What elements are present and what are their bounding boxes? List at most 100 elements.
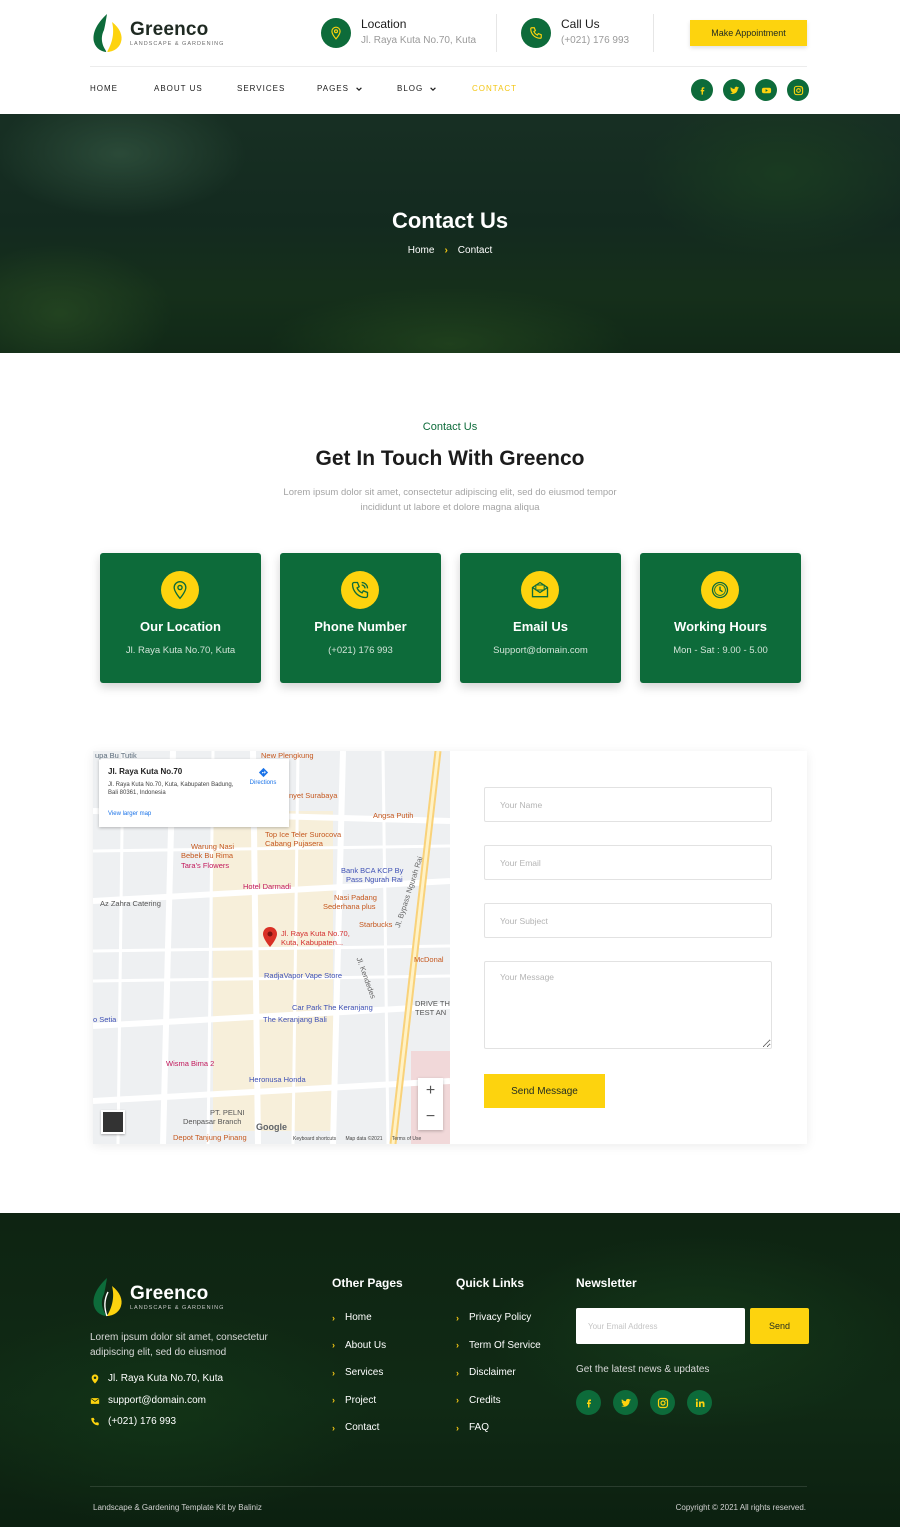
zoom-out-button[interactable]: − <box>418 1104 443 1130</box>
breadcrumb: Home › Contact <box>0 245 900 256</box>
footer-link-contact[interactable]: › Contact <box>332 1414 403 1442</box>
chevron-right-icon: › <box>332 1395 335 1406</box>
header-location: Location Jl. Raya Kuta No.70, Kuta <box>321 16 476 49</box>
nav-item-about-us[interactable]: ABOUT US <box>154 84 237 93</box>
section-tag: Contact Us <box>422 421 478 433</box>
map-info-box: Jl. Raya Kuta No.70 Jl. Raya Kuta No.70,… <box>99 759 289 827</box>
chevron-right-icon: › <box>332 1340 335 1351</box>
nav-item-pages[interactable]: PAGES <box>317 84 397 93</box>
card-value: Mon - Sat : 9.00 - 5.00 <box>673 645 768 656</box>
send-message-button[interactable]: Send Message <box>484 1074 605 1108</box>
card-title: Our Location <box>140 619 221 634</box>
directions-icon <box>258 767 268 778</box>
linkedin-icon[interactable] <box>687 1390 712 1415</box>
footer-socials <box>576 1390 712 1415</box>
instagram-icon[interactable] <box>650 1390 675 1415</box>
nav-item-blog[interactable]: BLOG <box>397 84 472 93</box>
card-value: Support@domain.com <box>493 645 588 656</box>
map-label: Warung Nasi <box>191 842 235 851</box>
footer-link-faq[interactable]: › FAQ <box>456 1414 541 1442</box>
google-map[interactable]: Jl. Raya Kuta No.70 Jl. Raya Kuta No.70,… <box>93 751 450 1144</box>
footer-address: Jl. Raya Kuta No.70, Kuta <box>90 1373 223 1384</box>
map-info-address: Jl. Raya Kuta No.70, Kuta, Kabupaten Bad… <box>108 782 234 796</box>
footer-link-privacy-policy[interactable]: › Privacy Policy <box>456 1304 541 1332</box>
chevron-right-icon: › <box>456 1340 459 1351</box>
nav-item-home[interactable]: HOME <box>90 84 154 93</box>
make-appointment-button[interactable]: Make Appointment <box>690 20 807 46</box>
map-label: Pass Ngurah Rai <box>346 875 403 884</box>
subject-input[interactable] <box>484 903 772 938</box>
youtube-icon[interactable] <box>755 79 777 101</box>
card-value: (+021) 176 993 <box>328 645 393 656</box>
footer-email[interactable]: support@domain.com <box>90 1395 206 1406</box>
facebook-icon[interactable] <box>691 79 713 101</box>
footer-link-about-us[interactable]: › About Us <box>332 1332 403 1360</box>
map-label: Cabang Pujasera <box>265 839 323 848</box>
breadcrumb-home[interactable]: Home <box>408 245 435 256</box>
contact-cards: Our Location Jl. Raya Kuta No.70, Kuta P… <box>100 553 801 683</box>
footer-newsletter: Newsletter <box>576 1276 637 1304</box>
map-label: Top Ice Teler Surocova <box>265 830 342 839</box>
chevron-right-icon: › <box>456 1367 459 1378</box>
terms-link[interactable]: Terms of Use <box>392 1136 421 1142</box>
phone-icon <box>521 17 551 48</box>
instagram-icon[interactable] <box>787 79 809 101</box>
footer-link-services[interactable]: › Services <box>332 1359 403 1387</box>
brand-tagline: LANDSCAPE & GARDENING <box>130 41 225 47</box>
map-label: Jl. Raya Kuta No.70, <box>281 929 350 938</box>
map-label: RadjaVapor Vape Store <box>264 971 343 980</box>
footer-divider <box>90 1486 807 1487</box>
brand-logo[interactable]: Greenco LANDSCAPE & GARDENING <box>90 12 224 54</box>
map-label: Heronusa Honda <box>249 1075 306 1084</box>
view-larger-map-link[interactable]: View larger map <box>108 811 151 817</box>
chevron-right-icon: › <box>332 1367 335 1378</box>
email-input[interactable] <box>484 845 772 880</box>
footer-link-credits[interactable]: › Credits <box>456 1387 541 1415</box>
footer-link-term-of-service[interactable]: › Term Of Service <box>456 1332 541 1360</box>
nav-item-contact[interactable]: CONTACT <box>472 84 517 93</box>
map-label: nyet Surabaya <box>289 791 338 800</box>
location-value: Jl. Raya Kuta No.70, Kuta <box>361 35 477 46</box>
location-pin-icon[interactable] <box>263 927 277 947</box>
satellite-toggle[interactable] <box>101 1110 125 1134</box>
chevron-right-icon: › <box>456 1312 459 1323</box>
contact-card-hours: Working Hours Mon - Sat : 9.00 - 5.00 <box>640 553 801 683</box>
map-label: Depot Tanjung Pinang <box>173 1133 247 1142</box>
nav-item-services[interactable]: SERVICES <box>237 84 317 93</box>
phone-icon <box>341 571 379 609</box>
map-label: Bebek Bu Rima <box>181 851 234 860</box>
newsletter-send-button[interactable]: Send <box>750 1308 809 1344</box>
footer-link-disclaimer[interactable]: › Disclaimer <box>456 1359 541 1387</box>
footer-column-title: Newsletter <box>576 1276 637 1290</box>
page-hero: Contact Us Home › Contact <box>0 114 900 353</box>
message-textarea[interactable] <box>484 961 772 1049</box>
section-title: Get In Touch With Greenco <box>315 447 585 470</box>
name-input[interactable] <box>484 787 772 822</box>
newsletter-email-input[interactable] <box>576 1308 745 1344</box>
map-info-title: Jl. Raya Kuta No.70 <box>108 767 183 776</box>
map-label: Tara's Flowers <box>181 861 230 870</box>
footer-credit: Landscape & Gardening Template Kit by Ba… <box>93 1503 262 1512</box>
twitter-icon[interactable] <box>723 79 745 101</box>
footer-link-home[interactable]: › Home <box>332 1304 403 1332</box>
section-description: Lorem ipsum dolor sit amet, consectetur … <box>283 487 617 513</box>
contact-card-email: Email Us Support@domain.com <box>460 553 621 683</box>
footer-link-project[interactable]: › Project <box>332 1387 403 1415</box>
map-data-text: Map data ©2021 <box>345 1136 383 1142</box>
footer-logo[interactable]: Greenco LANDSCAPE & GARDENING <box>90 1276 224 1318</box>
phone-icon <box>91 1417 99 1425</box>
map-label: DRIVE TH <box>415 999 450 1008</box>
map-label: Az Zahra Catering <box>100 899 161 908</box>
twitter-icon[interactable] <box>613 1390 638 1415</box>
leaf-logo-icon <box>93 1278 122 1317</box>
map-label: o Setia <box>93 1015 117 1024</box>
call-title: Call Us <box>561 17 600 31</box>
facebook-icon[interactable] <box>576 1390 601 1415</box>
contact-card-phone: Phone Number (+021) 176 993 <box>280 553 441 683</box>
call-value: (+021) 176 993 <box>561 35 630 46</box>
keyboard-shortcuts-link[interactable]: Keyboard shortcuts <box>293 1136 336 1142</box>
footer-phone[interactable]: (+021) 176 993 <box>90 1416 176 1427</box>
zoom-in-button[interactable]: + <box>418 1078 443 1104</box>
directions-button[interactable]: Directions <box>243 767 283 786</box>
card-title: Working Hours <box>674 619 767 634</box>
